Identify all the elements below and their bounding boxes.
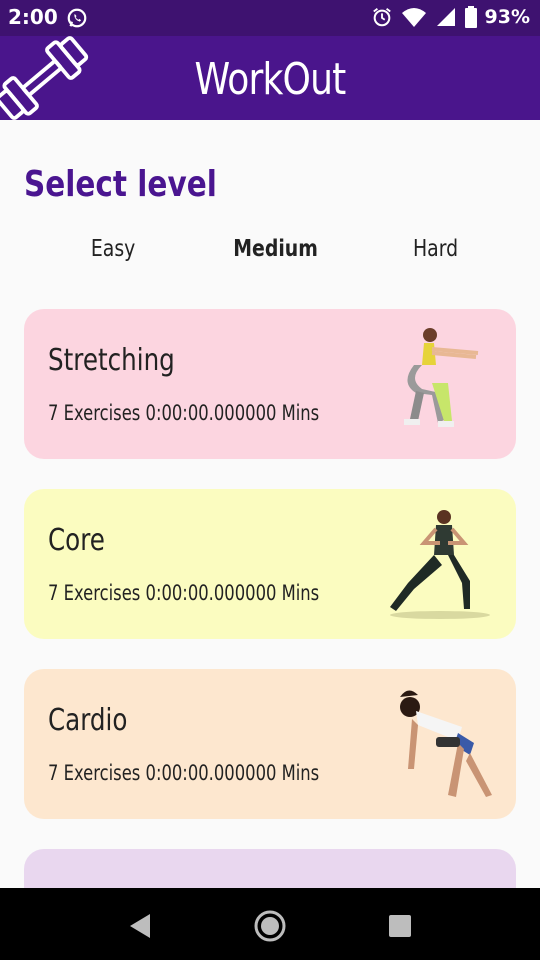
wifi-icon: [401, 8, 426, 27]
recents-icon[interactable]: [382, 908, 418, 944]
workout-card-core[interactable]: Core 7 Exercises 0:00:00.000000 Mins: [24, 489, 516, 639]
card-title: Stretching: [48, 343, 175, 378]
tab-easy[interactable]: Easy: [91, 236, 135, 262]
home-icon[interactable]: [252, 908, 288, 944]
card-title: Core: [48, 523, 105, 558]
dumbbell-row-figure-image: [400, 690, 492, 797]
navigation-bar: [0, 888, 540, 960]
battery-icon: [464, 6, 477, 28]
tab-medium[interactable]: Medium: [233, 236, 318, 262]
status-bar: 2:00 93%: [0, 0, 540, 36]
lunge-figure-image: [390, 510, 490, 619]
app-bar: WorkOut: [0, 36, 540, 120]
whatsapp-icon: [67, 8, 87, 28]
battery-percentage: 93%: [484, 6, 530, 28]
back-icon[interactable]: [122, 908, 158, 944]
status-time: 2:00: [8, 5, 58, 29]
workout-card-stretching[interactable]: Stretching 7 Exercises 0:00:00.000000 Mi…: [24, 309, 516, 459]
tab-hard[interactable]: Hard: [413, 236, 458, 262]
page-title: Select level: [24, 164, 217, 205]
signal-icon: [436, 8, 455, 26]
level-tabs: Easy Medium Hard: [24, 236, 516, 270]
squat-figure-image: [404, 328, 479, 427]
app-title: WorkOut: [194, 54, 346, 105]
card-info: 7 Exercises 0:00:00.000000 Mins: [48, 761, 320, 785]
card-title: Cardio: [48, 703, 128, 738]
card-info: 7 Exercises 0:00:00.000000 Mins: [48, 581, 320, 605]
alarm-icon: [372, 8, 391, 27]
workout-card-cardio[interactable]: Cardio 7 Exercises 0:00:00.000000 Mins: [24, 669, 516, 819]
card-info: 7 Exercises 0:00:00.000000 Mins: [48, 401, 320, 425]
